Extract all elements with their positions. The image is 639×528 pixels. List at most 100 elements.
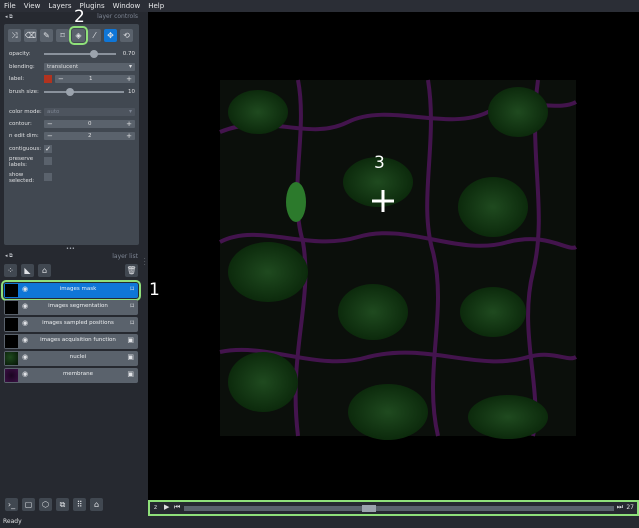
status-text: Ready: [3, 518, 22, 525]
step-back-icon[interactable]: ⏮: [174, 503, 180, 512]
menu-help[interactable]: Help: [148, 2, 164, 10]
transform-icon[interactable]: ⟲: [120, 29, 133, 42]
color-picker-icon[interactable]: ⁄: [88, 29, 101, 42]
dims-slider-handle[interactable]: [361, 505, 376, 512]
preserve-labels-checkbox[interactable]: [44, 157, 52, 165]
plus-icon[interactable]: +: [126, 120, 132, 128]
new-shapes-layer-icon[interactable]: ◣: [21, 264, 34, 277]
n-edit-dim-value: 2: [88, 133, 92, 139]
vertical-splitter-handle[interactable]: · · ·: [144, 257, 147, 268]
blending-label: blending:: [9, 64, 35, 70]
left-dock: ◂ ⧉ layer controls ⤨ ⌫ ✎ ⌑ ◈ ⁄ ✥ ⟲ opaci…: [0, 12, 146, 516]
eraser-icon[interactable]: ⌫: [24, 29, 37, 42]
minus-icon[interactable]: −: [47, 132, 53, 140]
layer-name: images segmentation: [48, 303, 108, 309]
layer-name: images acquisition function: [40, 337, 116, 343]
viewer-canvas[interactable]: [148, 12, 639, 500]
delete-layer-icon[interactable]: 🗑: [125, 264, 138, 277]
pan-zoom-icon[interactable]: ✥: [104, 29, 117, 42]
eye-icon[interactable]: ◉: [22, 370, 28, 378]
layer-name: nuclei: [69, 354, 87, 360]
layer-controls-panel: ⤨ ⌫ ✎ ⌑ ◈ ⁄ ✥ ⟲ opacity: 0.70 blending: …: [4, 24, 139, 245]
layer-row-nuclei[interactable]: ◉ nuclei ▣: [4, 351, 138, 366]
layer-thumbnail: [5, 301, 18, 314]
color-mode-label: color mode:: [9, 109, 42, 115]
label-value: 1: [89, 76, 93, 82]
home-icon[interactable]: ⌂: [90, 498, 103, 511]
plus-icon[interactable]: +: [126, 132, 132, 140]
label-label: label:: [9, 76, 25, 82]
eye-icon[interactable]: ◉: [22, 319, 28, 327]
new-labels-layer-icon[interactable]: ⌂: [38, 264, 51, 277]
brush-size-label: brush size:: [9, 89, 39, 95]
shuffle-colors-icon[interactable]: ⤨: [8, 29, 21, 42]
chevron-down-icon: ▾: [128, 63, 132, 70]
splitter-handle[interactable]: •••: [66, 246, 75, 252]
dock-float-close-icon[interactable]: ◂ ⧉: [5, 253, 13, 259]
opacity-slider[interactable]: [44, 50, 116, 58]
eye-icon[interactable]: ◉: [22, 302, 28, 310]
image-icon: ▣: [127, 336, 134, 344]
annotation-1: 1: [149, 280, 160, 300]
paint-brush-icon[interactable]: ✎: [40, 29, 53, 42]
image-icon: ▣: [127, 353, 134, 361]
annotation-3: 3: [374, 153, 385, 173]
layer-name: membrane: [62, 371, 94, 377]
layer-row-images-sampled-positions[interactable]: ◉ images sampled positions ⌑: [4, 317, 138, 332]
plus-icon[interactable]: +: [126, 75, 132, 83]
brush-size-slider[interactable]: [44, 88, 124, 96]
minus-icon[interactable]: −: [58, 75, 64, 83]
dock-float-close-icon[interactable]: ◂ ⧉: [5, 14, 19, 20]
fill-bucket-icon[interactable]: ◈: [69, 26, 88, 45]
label-tag-icon: ⌑: [130, 302, 134, 310]
brush-size-value: 10: [128, 89, 135, 95]
transpose-dims-icon[interactable]: ⧉: [56, 498, 69, 511]
layer-row-images-mask[interactable]: ◉ images mask ⌑: [1, 280, 141, 301]
label-spinbox[interactable]: − 1 +: [55, 75, 135, 83]
label-color-swatch: [44, 75, 52, 83]
contour-spinbox[interactable]: − 0 +: [44, 120, 135, 128]
eye-icon[interactable]: ◉: [22, 285, 28, 293]
layer-row-images-acquisition-function[interactable]: ◉ images acquisition function ▣: [4, 334, 138, 349]
layer-thumbnail: [5, 318, 18, 331]
grid-view-icon[interactable]: ⠿: [73, 498, 86, 511]
blending-select[interactable]: translucent ▾: [44, 63, 135, 71]
layer-thumbnail: [5, 369, 18, 382]
ndisplay-toggle-icon[interactable]: ▢: [22, 498, 35, 511]
color-mode-select[interactable]: auto ▾: [44, 108, 135, 116]
minus-icon[interactable]: −: [47, 120, 53, 128]
dims-slider-track[interactable]: [184, 505, 614, 512]
contiguous-checkbox[interactable]: ✓: [44, 145, 52, 153]
polygon-icon[interactable]: ⌑: [56, 29, 69, 42]
layer-list-header: layer list: [112, 253, 138, 260]
annotation-2: 2: [74, 7, 85, 27]
roll-dims-icon[interactable]: ⬡: [39, 498, 52, 511]
status-bar: Ready: [0, 516, 639, 528]
step-forward-icon[interactable]: ⏭: [617, 503, 623, 512]
play-icon[interactable]: ▶: [164, 503, 169, 511]
dims-axis-label: z: [154, 504, 158, 511]
contour-value: 0: [88, 121, 92, 127]
brush-size-slider-handle[interactable]: [65, 88, 74, 96]
menu-layers[interactable]: Layers: [48, 2, 71, 10]
console-icon[interactable]: ›_: [5, 498, 18, 511]
eye-icon[interactable]: ◉: [22, 353, 28, 361]
layer-name: images mask: [59, 286, 97, 292]
menu-view[interactable]: View: [24, 2, 41, 10]
n-edit-dim-spinbox[interactable]: − 2 +: [44, 132, 135, 140]
new-points-layer-icon[interactable]: ⁘: [4, 264, 17, 277]
layer-row-membrane[interactable]: ◉ membrane ▣: [4, 368, 138, 383]
dims-value: 27: [626, 504, 634, 511]
microscopy-image: [219, 79, 578, 440]
layer-controls-header: layer controls: [97, 13, 138, 20]
chevron-down-icon: ▾: [128, 108, 132, 115]
opacity-label: opacity:: [9, 51, 31, 57]
blending-value: translucent: [47, 64, 79, 70]
menu-file[interactable]: File: [4, 2, 16, 10]
eye-icon[interactable]: ◉: [22, 336, 28, 344]
preserve-labels-label: preserve labels:: [9, 156, 34, 168]
layer-row-images-segmentation[interactable]: ◉ images segmentation ⌑: [4, 300, 138, 315]
show-selected-checkbox[interactable]: [44, 173, 52, 181]
contour-label: contour:: [9, 121, 32, 127]
menu-window[interactable]: Window: [113, 2, 141, 10]
